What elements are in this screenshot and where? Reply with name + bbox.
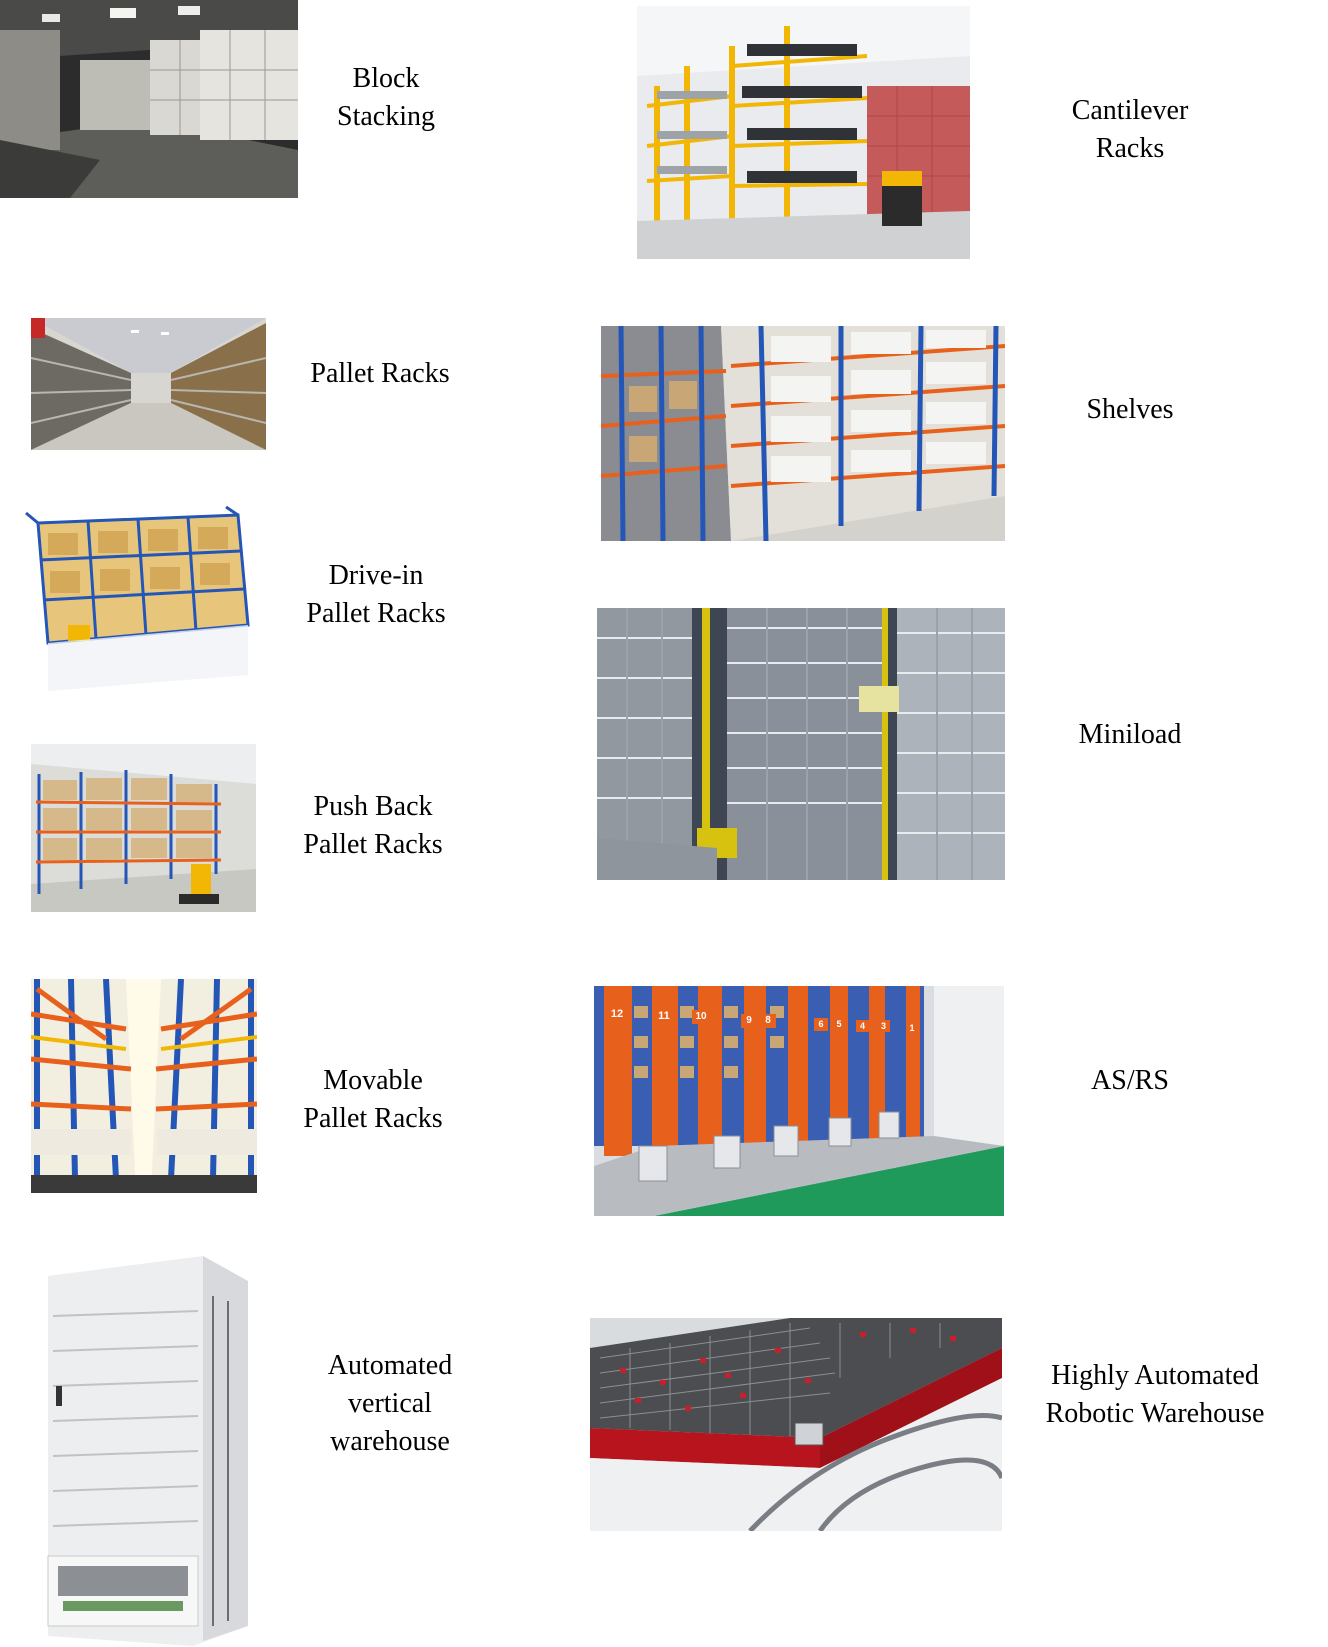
miniload-photo <box>597 608 1005 880</box>
shelves-photo <box>601 326 1005 541</box>
highly-automated-robotic-warehouse-label: Highly Automated Robotic Warehouse <box>1045 1360 1265 1429</box>
aisle-number: 3 <box>877 1020 890 1032</box>
as-rs-label: AS/RS <box>1091 1065 1169 1096</box>
drive-in-pallet-racks-photo <box>18 505 256 697</box>
block-stacking-photo <box>0 0 298 198</box>
aisle-number: 9 <box>741 1014 757 1028</box>
aisle-number: 1 <box>906 1022 918 1034</box>
push-back-pallet-racks-photo <box>31 744 256 912</box>
push-back-pallet-racks-label: Push Back Pallet Racks <box>303 791 443 860</box>
highly-automated-robotic-warehouse-photo <box>590 1318 1002 1531</box>
movable-pallet-racks-photo <box>31 979 257 1193</box>
shelves-label: Shelves <box>1086 394 1174 425</box>
aisle-number: 5 <box>832 1018 846 1031</box>
aisle-number: 10 <box>692 1010 710 1024</box>
aisle-number-badges: 12 11 10 9 8 6 5 4 3 1 <box>594 986 924 1034</box>
pallet-racks-photo <box>31 318 266 450</box>
automated-vertical-warehouse-label: Automated vertical warehouse <box>327 1350 453 1457</box>
automated-vertical-warehouse-photo <box>18 1256 266 1647</box>
drive-in-pallet-racks-label: Drive-in Pallet Racks <box>306 560 446 629</box>
aisle-number: 8 <box>760 1014 776 1028</box>
pallet-racks-label: Pallet Racks <box>310 358 450 389</box>
aisle-number: 11 <box>654 1008 674 1024</box>
as-rs-photo: 12 11 10 9 8 6 5 4 3 1 <box>594 986 1004 1216</box>
aisle-number: 6 <box>814 1018 828 1031</box>
cantilever-racks-label: Cantilever Racks <box>1071 95 1189 164</box>
cantilever-racks-photo <box>637 6 970 259</box>
block-stacking-label: Block Stacking <box>337 63 435 132</box>
aisle-number: 4 <box>856 1020 869 1032</box>
miniload-label: Miniload <box>1078 719 1182 750</box>
movable-pallet-racks-label: Movable Pallet Racks <box>303 1065 443 1134</box>
aisle-number: 12 <box>606 1006 628 1022</box>
